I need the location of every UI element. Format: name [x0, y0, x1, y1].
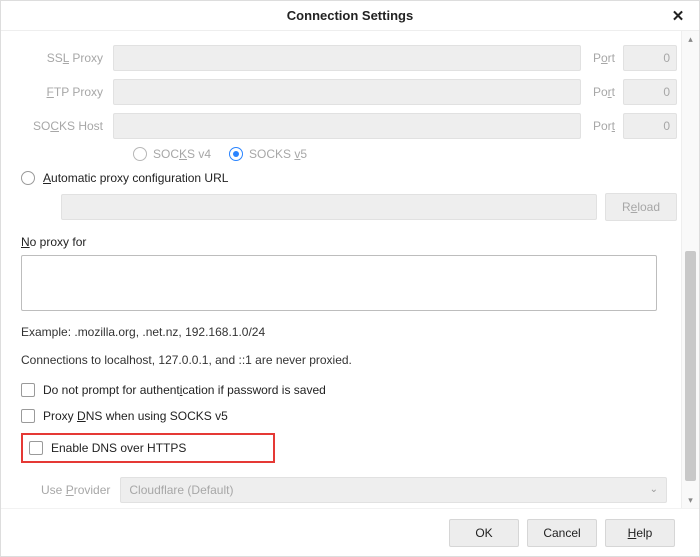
- auto-config-radio[interactable]: Automatic proxy configuration URL: [21, 171, 677, 185]
- proxy-dns-checkbox-row[interactable]: Proxy DNS when using SOCKS v5: [21, 409, 677, 423]
- auth-checkbox-label: Do not prompt for authentication if pass…: [43, 383, 326, 397]
- scroll-down-arrow-icon[interactable]: ▾: [682, 492, 699, 508]
- socks-host-input[interactable]: [113, 113, 581, 139]
- content: SSL Proxy Port FTP Proxy Port SOCKS Host…: [1, 31, 681, 508]
- auto-config-url-input[interactable]: [61, 194, 597, 220]
- vertical-scrollbar[interactable]: ▴ ▾: [681, 31, 699, 508]
- checkbox-icon: [21, 383, 35, 397]
- socks-version-group: SOCKS v4 SOCKS v5: [133, 147, 677, 161]
- ftp-port-input[interactable]: [623, 79, 677, 105]
- content-wrap: SSL Proxy Port FTP Proxy Port SOCKS Host…: [1, 31, 699, 508]
- provider-select[interactable]: Cloudflare (Default) ⌄: [120, 477, 667, 503]
- ssl-proxy-input[interactable]: [113, 45, 581, 71]
- button-bar: OK Cancel Help: [1, 508, 699, 556]
- provider-row: Use Provider Cloudflare (Default) ⌄: [41, 477, 677, 503]
- socks-port-label: Port: [587, 119, 617, 133]
- provider-value: Cloudflare (Default): [129, 483, 233, 497]
- auto-config-label: Automatic proxy configuration URL: [43, 171, 228, 185]
- socks-v5-radio[interactable]: SOCKS v5: [229, 147, 307, 161]
- ssl-port-input[interactable]: [623, 45, 677, 71]
- connection-settings-dialog: Connection Settings ✕ SSL Proxy Port FTP…: [0, 0, 700, 557]
- ssl-proxy-label: SSL Proxy: [21, 51, 107, 65]
- reload-button[interactable]: Reload: [605, 193, 677, 221]
- dns-over-https-checkbox-row[interactable]: Enable DNS over HTTPS: [29, 441, 267, 455]
- help-button[interactable]: Help: [605, 519, 675, 547]
- scroll-thumb[interactable]: [685, 251, 696, 481]
- auto-config-url-row: Reload: [61, 193, 677, 221]
- no-proxy-note: Connections to localhost, 127.0.0.1, and…: [21, 350, 677, 370]
- no-proxy-label: No proxy for: [21, 235, 677, 249]
- radio-icon: [229, 147, 243, 161]
- socks-v5-label: SOCKS v5: [249, 147, 307, 161]
- ssl-port-label: Port: [587, 51, 617, 65]
- socks-v4-label: SOCKS v4: [153, 147, 211, 161]
- socks-port-input[interactable]: [623, 113, 677, 139]
- socks-host-label: SOCKS Host: [21, 119, 107, 133]
- highlight-box: Enable DNS over HTTPS: [21, 433, 275, 463]
- socks-v4-radio[interactable]: SOCKS v4: [133, 147, 211, 161]
- radio-icon: [21, 171, 35, 185]
- dialog-title: Connection Settings: [287, 8, 413, 23]
- close-button[interactable]: ✕: [663, 1, 693, 31]
- scroll-up-arrow-icon[interactable]: ▴: [682, 31, 699, 47]
- checkbox-icon: [21, 409, 35, 423]
- no-proxy-example: Example: .mozilla.org, .net.nz, 192.168.…: [21, 322, 677, 342]
- ftp-proxy-row: FTP Proxy Port: [21, 79, 677, 105]
- ssl-proxy-row: SSL Proxy Port: [21, 45, 677, 71]
- proxy-dns-checkbox-label: Proxy DNS when using SOCKS v5: [43, 409, 228, 423]
- no-proxy-textarea[interactable]: [21, 255, 657, 311]
- cancel-button[interactable]: Cancel: [527, 519, 597, 547]
- chevron-down-icon: ⌄: [650, 484, 658, 495]
- titlebar: Connection Settings ✕: [1, 1, 699, 31]
- socks-host-row: SOCKS Host Port: [21, 113, 677, 139]
- ok-button[interactable]: OK: [449, 519, 519, 547]
- radio-icon: [133, 147, 147, 161]
- checkbox-icon: [29, 441, 43, 455]
- ftp-proxy-label: FTP Proxy: [21, 85, 107, 99]
- provider-label: Use Provider: [41, 483, 110, 497]
- auth-checkbox-row[interactable]: Do not prompt for authentication if pass…: [21, 383, 677, 397]
- close-icon: ✕: [672, 7, 685, 25]
- ftp-proxy-input[interactable]: [113, 79, 581, 105]
- ftp-port-label: Port: [587, 85, 617, 99]
- dns-over-https-checkbox-label: Enable DNS over HTTPS: [51, 441, 186, 455]
